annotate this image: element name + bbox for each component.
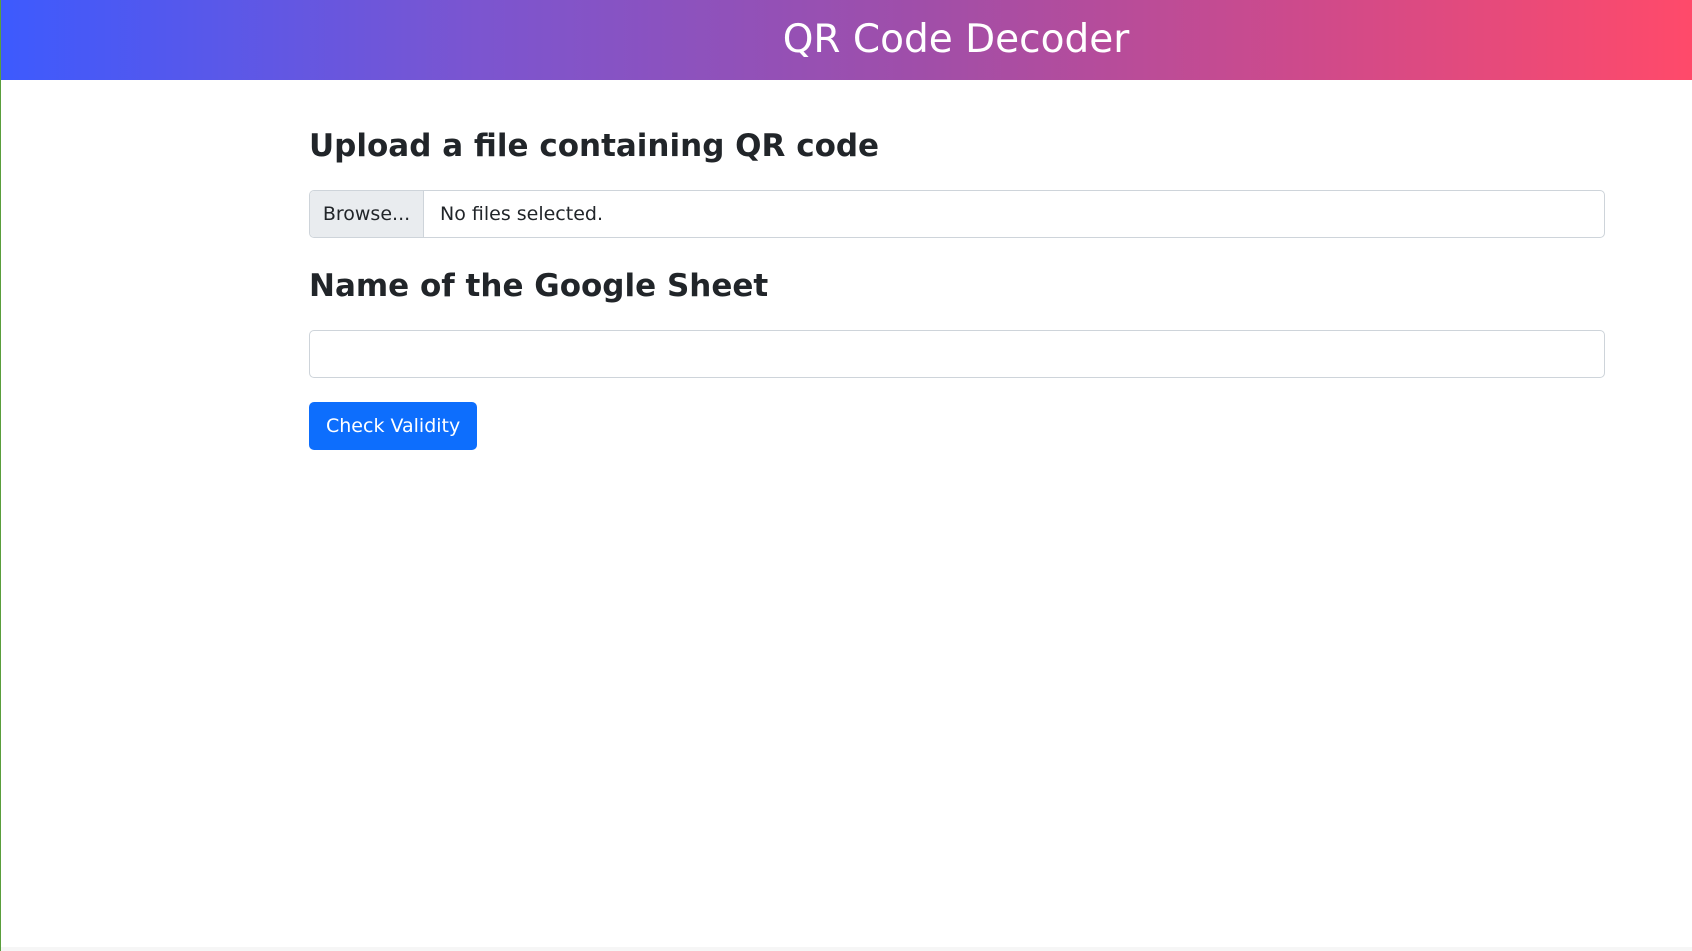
browse-button[interactable]: Browse... — [310, 191, 424, 237]
page: QR Code Decoder Upload a file containing… — [0, 0, 1692, 951]
sheet-name-input[interactable] — [309, 330, 1605, 378]
file-input[interactable]: Browse... No files selected. — [309, 190, 1605, 238]
app-header: QR Code Decoder — [1, 0, 1692, 80]
upload-heading: Upload a file containing QR code — [309, 128, 880, 164]
bottom-divider — [1, 947, 1692, 951]
check-validity-button[interactable]: Check Validity — [309, 402, 478, 450]
form-container: Upload a file containing QR code Browse.… — [309, 120, 1605, 450]
sheet-name-heading: Name of the Google Sheet — [309, 268, 769, 304]
page-title: QR Code Decoder — [782, 17, 1130, 62]
file-status-text: No files selected. — [440, 203, 603, 225]
